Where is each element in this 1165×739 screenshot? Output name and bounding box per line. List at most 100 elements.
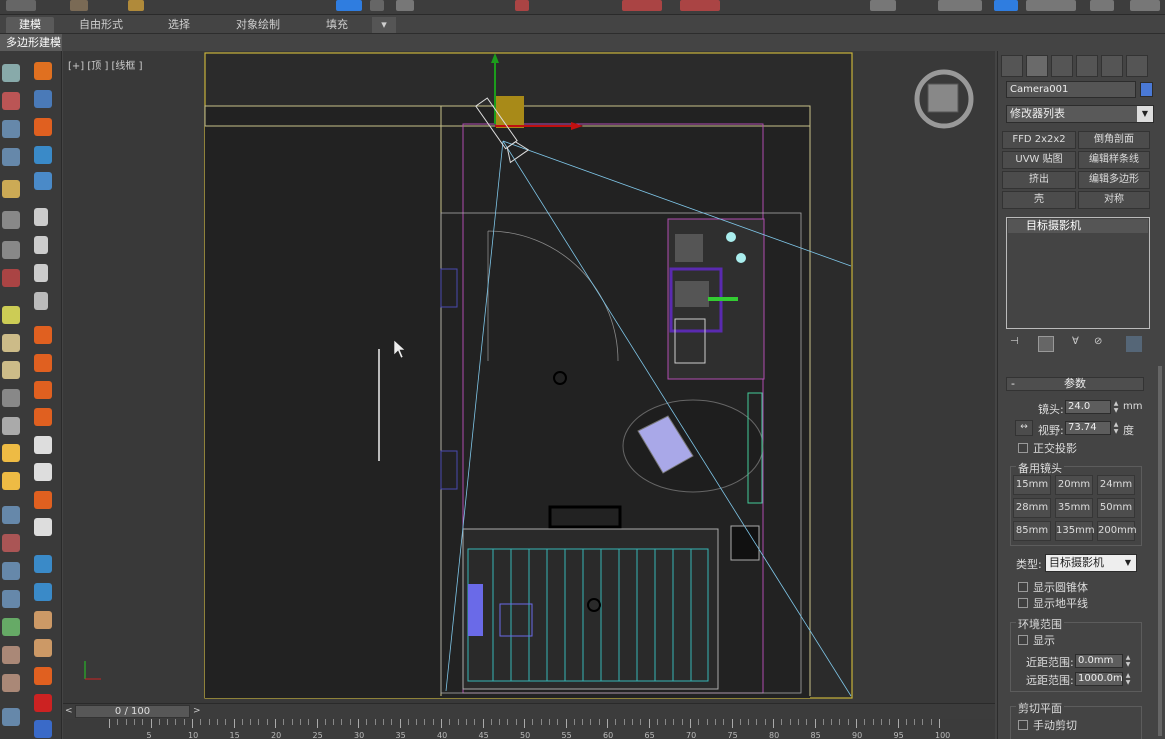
snap-icon[interactable] <box>515 0 529 11</box>
object-name-field[interactable]: Camera001 <box>1006 81 1136 98</box>
viewcube[interactable] <box>914 69 974 129</box>
red-ball-icon[interactable] <box>34 694 52 712</box>
polygon-modeling-tab[interactable]: 多边形建模 <box>0 34 62 51</box>
stop-icon[interactable] <box>34 264 48 282</box>
tool-icon[interactable] <box>2 92 20 110</box>
fire-2-icon[interactable] <box>34 326 52 344</box>
lens-spinner[interactable]: ▲ ▼ <box>1112 400 1120 414</box>
lens-85mm-button[interactable]: 85mm <box>1013 521 1051 541</box>
modifier-button-uvw[interactable]: UVW 贴图 <box>1002 151 1076 169</box>
drop-icon[interactable] <box>34 583 52 601</box>
track-bar[interactable]: 5 10 15 20 25 30 35 40 45 50 55 60 65 70 75 80 85 90 95 100 <box>63 719 995 739</box>
camera-tool-icon[interactable] <box>2 211 20 229</box>
camera-type-dropdown[interactable]: 目标摄影机 ▼ <box>1045 554 1137 572</box>
lens-28mm-button[interactable]: 28mm <box>1013 498 1051 518</box>
panel-scrollbar[interactable] <box>1158 366 1162 736</box>
configure-sets-icon[interactable] <box>1126 336 1142 352</box>
flame-icon[interactable] <box>34 667 52 685</box>
modifier-button-symmetry[interactable]: 对称 <box>1078 191 1150 209</box>
lens-35mm-button[interactable]: 35mm <box>1055 498 1093 518</box>
bind-icon[interactable] <box>128 0 144 11</box>
render-icon[interactable] <box>1090 0 1114 11</box>
modifier-button-ffd[interactable]: FFD 2x2x2 <box>1002 131 1076 149</box>
graph-icon[interactable] <box>938 0 982 11</box>
bowl-icon[interactable] <box>34 639 52 657</box>
tab-object-paint[interactable]: 对象绘制 <box>224 17 292 33</box>
fire-5-icon[interactable] <box>34 408 52 426</box>
lens-50mm-button[interactable]: 50mm <box>1097 498 1135 518</box>
far-range-field[interactable]: 1000.0mm <box>1075 672 1123 686</box>
globe-icon[interactable] <box>2 708 20 726</box>
tab-populate[interactable]: 填充 <box>314 17 360 33</box>
fire-4-icon[interactable] <box>34 381 52 399</box>
fov-spinner[interactable]: ▲ ▼ <box>1112 421 1120 435</box>
hierarchy-tab-icon[interactable] <box>1051 55 1073 77</box>
near-range-spinner[interactable]: ▲ ▼ <box>1124 654 1132 668</box>
lens-15mm-button[interactable]: 15mm <box>1013 475 1051 495</box>
pause-icon[interactable] <box>34 236 48 254</box>
lens-24mm-button[interactable]: 24mm <box>1097 475 1135 495</box>
ribbon-options-icon[interactable]: ▾ <box>372 17 396 33</box>
utilities-tab-icon[interactable] <box>1126 55 1148 77</box>
modify-icon[interactable] <box>34 90 52 108</box>
show-end-result-icon[interactable] <box>1038 336 1054 352</box>
hair-icon[interactable] <box>2 590 20 608</box>
fire-icon[interactable] <box>34 118 52 136</box>
modify-tab-icon[interactable] <box>1026 55 1048 77</box>
lens-135mm-button[interactable]: 135mm <box>1055 521 1095 541</box>
fov-direction-button[interactable]: ↔ <box>1015 420 1033 436</box>
grid-icon[interactable] <box>2 148 20 166</box>
stack-item-target-camera[interactable]: 目标摄影机 <box>1008 219 1148 233</box>
modifier-button-bevel-profile[interactable]: 倒角剖面 <box>1078 131 1150 149</box>
modifier-list-dropdown[interactable]: 修改器列表 ▼ <box>1006 105 1154 123</box>
remove-modifier-icon[interactable]: ⊘ <box>1094 336 1110 352</box>
viewport-canvas[interactable] <box>63 51 995 703</box>
selection-region-icon[interactable] <box>6 0 36 11</box>
cup-icon[interactable] <box>34 611 52 629</box>
cloth-icon[interactable] <box>2 562 20 580</box>
splash-icon[interactable] <box>34 555 52 573</box>
prev-frame-icon[interactable]: < <box>65 706 73 716</box>
ortho-checkbox[interactable] <box>1018 443 1028 453</box>
dots-icon[interactable] <box>34 172 52 190</box>
modifier-stack[interactable]: 目标摄影机 <box>1006 217 1150 329</box>
biped-icon[interactable] <box>2 674 20 692</box>
render-setup-icon[interactable] <box>994 0 1018 11</box>
more-tools-icon[interactable] <box>1130 0 1160 11</box>
smoke-icon[interactable] <box>34 436 52 454</box>
graphite-icon[interactable] <box>2 64 20 82</box>
make-unique-icon[interactable]: ∀ <box>1072 336 1088 352</box>
viewport-label[interactable]: [+] [顶 ] [线框 ] <box>68 57 143 72</box>
foliage-icon[interactable] <box>2 618 20 636</box>
lens-20mm-button[interactable]: 20mm <box>1055 475 1093 495</box>
align-icon[interactable] <box>680 0 720 11</box>
show-horizon-checkbox[interactable] <box>1018 598 1028 608</box>
swirl-icon[interactable] <box>34 463 52 481</box>
torus-icon[interactable] <box>2 361 20 379</box>
tab-freeform[interactable]: 自由形式 <box>66 17 136 33</box>
modifier-button-extrude[interactable]: 挤出 <box>1002 171 1076 189</box>
tab-selection[interactable]: 选择 <box>156 17 202 33</box>
modifier-button-edit-poly[interactable]: 编辑多边形 <box>1078 171 1150 189</box>
tab-modeling[interactable]: 建模 <box>6 17 54 33</box>
play-icon[interactable] <box>34 208 48 226</box>
sphere-icon[interactable] <box>2 334 20 352</box>
fire-3-icon[interactable] <box>34 354 52 372</box>
far-range-spinner[interactable]: ▲ ▼ <box>1124 672 1132 686</box>
show-cone-checkbox[interactable] <box>1018 582 1028 592</box>
list-icon[interactable] <box>2 120 20 138</box>
top-viewport[interactable]: [+] [顶 ] [线框 ] <box>63 51 995 703</box>
fire-6-icon[interactable] <box>34 491 52 509</box>
modifier-button-shell[interactable]: 壳 <box>1002 191 1076 209</box>
teapot-icon[interactable] <box>2 389 20 407</box>
water-icon[interactable] <box>34 146 52 164</box>
trash-icon[interactable] <box>34 292 48 310</box>
env-show-checkbox[interactable] <box>1018 635 1028 645</box>
bone-icon[interactable] <box>2 646 20 664</box>
blue-ball-icon[interactable] <box>34 720 52 738</box>
space-warp-icon[interactable] <box>2 269 20 287</box>
lens-200mm-button[interactable]: 200mm <box>1097 521 1137 541</box>
particle-icon[interactable] <box>2 506 20 524</box>
fov-value-field[interactable]: 73.74 <box>1065 421 1111 435</box>
create-icon[interactable] <box>34 62 52 80</box>
